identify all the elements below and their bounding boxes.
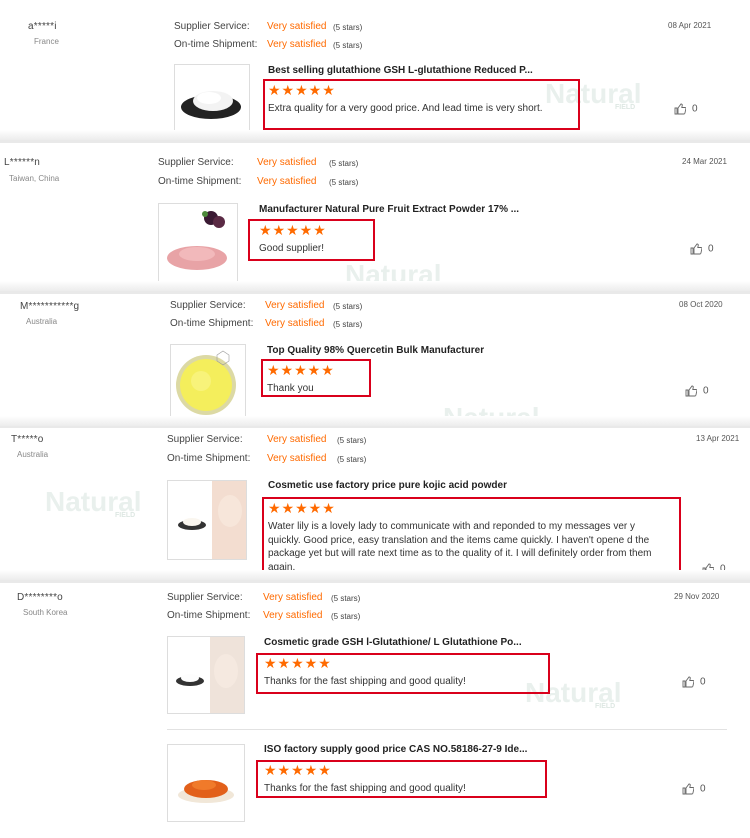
on-time-shipment-label: On-time Shipment: bbox=[158, 176, 242, 187]
reviewer-name: D********o bbox=[17, 592, 63, 603]
review-date: 29 Nov 2020 bbox=[674, 592, 720, 601]
white-powder-image[interactable] bbox=[174, 64, 250, 138]
reviewer-name: M***********g bbox=[20, 301, 80, 312]
product-title-link[interactable]: Manufacturer Natural Pure Fruit Extract … bbox=[259, 204, 519, 215]
reviewer-country: South Korea bbox=[23, 608, 68, 617]
product-title-link[interactable]: ISO factory supply good price CAS NO.581… bbox=[264, 744, 527, 755]
on-time-shipment-stars: (5 stars) bbox=[333, 41, 363, 50]
like-count: 0 bbox=[692, 103, 698, 115]
review-comment: Extra quality for a very good price. And… bbox=[268, 103, 543, 114]
rating-stars: ★★★★★ bbox=[259, 222, 327, 238]
thumbs-up-icon bbox=[690, 243, 703, 255]
like-button[interactable]: 0 bbox=[685, 385, 709, 397]
on-time-shipment-value: Very satisfied bbox=[257, 176, 317, 187]
on-time-shipment-label: On-time Shipment: bbox=[174, 39, 258, 50]
like-button[interactable]: 0 bbox=[690, 243, 714, 255]
like-button[interactable]: 0 bbox=[682, 676, 706, 688]
yellow-powder-image[interactable] bbox=[170, 344, 246, 420]
orange-powder-image[interactable] bbox=[167, 744, 245, 822]
review-card: NaturalFIELD M***********g Australia Sup… bbox=[0, 294, 750, 426]
thumbs-up-icon bbox=[682, 783, 695, 795]
divider bbox=[167, 729, 727, 730]
kojic-powder-face-image[interactable] bbox=[167, 480, 247, 560]
supplier-service-value: Very satisfied bbox=[265, 300, 325, 311]
on-time-shipment-label: On-time Shipment: bbox=[170, 318, 254, 329]
on-time-shipment-value: Very satisfied bbox=[267, 39, 327, 50]
supplier-service-label: Supplier Service: bbox=[170, 300, 246, 311]
rating-stars: ★★★★★ bbox=[267, 362, 335, 378]
supplier-service-value: Very satisfied bbox=[267, 21, 327, 32]
review-date: 13 Apr 2021 bbox=[696, 434, 740, 443]
supplier-service-stars: (5 stars) bbox=[329, 159, 359, 168]
on-time-shipment-stars: (5 stars) bbox=[333, 320, 363, 329]
thumbs-up-icon bbox=[682, 676, 695, 688]
review-comment: Thanks for the fast shipping and good qu… bbox=[264, 676, 466, 687]
supplier-service-stars: (5 stars) bbox=[333, 23, 363, 32]
supplier-service-value: Very satisfied bbox=[263, 592, 323, 603]
on-time-shipment-stars: (5 stars) bbox=[331, 612, 361, 621]
supplier-service-label: Supplier Service: bbox=[158, 157, 234, 168]
supplier-service-stars: (5 stars) bbox=[331, 594, 361, 603]
pink-powder-image[interactable] bbox=[158, 203, 238, 283]
reviewer-name: T*****o bbox=[11, 434, 44, 445]
rating-stars: ★★★★★ bbox=[264, 655, 332, 671]
glutathione-powder-face-image[interactable] bbox=[167, 636, 245, 714]
product-title-link[interactable]: Top Quality 98% Quercetin Bulk Manufactu… bbox=[267, 345, 484, 356]
product-title-link[interactable]: Best selling glutathione GSH L-glutathio… bbox=[268, 65, 533, 76]
thumbs-up-icon bbox=[685, 385, 698, 397]
supplier-service-stars: (5 stars) bbox=[333, 302, 363, 311]
supplier-service-label: Supplier Service: bbox=[167, 592, 243, 603]
reviewer-name: L******n bbox=[4, 157, 41, 168]
reviewer-name: a*****i bbox=[28, 21, 57, 32]
like-count: 0 bbox=[708, 243, 714, 255]
on-time-shipment-value: Very satisfied bbox=[263, 610, 323, 621]
supplier-service-value: Very satisfied bbox=[257, 157, 317, 168]
rating-stars: ★★★★★ bbox=[264, 762, 332, 778]
like-button[interactable]: 0 bbox=[682, 783, 706, 795]
review-date: 08 Oct 2020 bbox=[679, 300, 723, 309]
on-time-shipment-stars: (5 stars) bbox=[329, 178, 359, 187]
on-time-shipment-label: On-time Shipment: bbox=[167, 610, 251, 621]
review-date: 08 Apr 2021 bbox=[668, 21, 712, 30]
like-count: 0 bbox=[703, 385, 709, 397]
like-count: 0 bbox=[700, 676, 706, 688]
review-comment: Water lily is a lovely lady to communica… bbox=[268, 521, 652, 573]
like-button[interactable]: 0 bbox=[674, 103, 698, 115]
review-card: NaturalFIELD L******n Taiwan, China Supp… bbox=[0, 143, 750, 291]
on-time-shipment-value: Very satisfied bbox=[265, 318, 325, 329]
supplier-service-stars: (5 stars) bbox=[337, 436, 367, 445]
reviewer-country: France bbox=[34, 37, 59, 46]
review-comment: Thank you bbox=[267, 383, 314, 394]
review-date: 24 Mar 2021 bbox=[682, 157, 727, 166]
review-card: Natural FIELD T*****o Australia Supplier … bbox=[0, 428, 750, 580]
review-comment: Good supplier! bbox=[259, 243, 325, 254]
rating-stars: ★★★★★ bbox=[268, 82, 336, 98]
on-time-shipment-stars: (5 stars) bbox=[337, 455, 367, 464]
review-comment: Thanks for the fast shipping and good qu… bbox=[264, 783, 466, 794]
supplier-service-label: Supplier Service: bbox=[167, 434, 243, 445]
review-card: Natural FIELD D********o South Korea Supp… bbox=[0, 583, 750, 838]
like-count: 0 bbox=[700, 783, 706, 795]
on-time-shipment-label: On-time Shipment: bbox=[167, 453, 251, 464]
product-title-link[interactable]: Cosmetic grade GSH l-Glutathione/ L Glut… bbox=[264, 637, 522, 648]
supplier-service-label: Supplier Service: bbox=[174, 21, 250, 32]
reviewer-country: Australia bbox=[17, 450, 49, 459]
thumbs-up-icon bbox=[674, 103, 687, 115]
reviewer-country: Australia bbox=[26, 317, 58, 326]
reviewer-country: Taiwan, China bbox=[9, 174, 60, 183]
rating-stars: ★★★★★ bbox=[268, 500, 336, 516]
review-card: Natural FIELD a*****i France Supplier Ser… bbox=[0, 0, 750, 140]
supplier-service-value: Very satisfied bbox=[267, 434, 327, 445]
watermark: NaturalFIELD bbox=[45, 486, 142, 519]
on-time-shipment-value: Very satisfied bbox=[267, 453, 327, 464]
product-title-link[interactable]: Cosmetic use factory price pure kojic ac… bbox=[268, 480, 507, 491]
